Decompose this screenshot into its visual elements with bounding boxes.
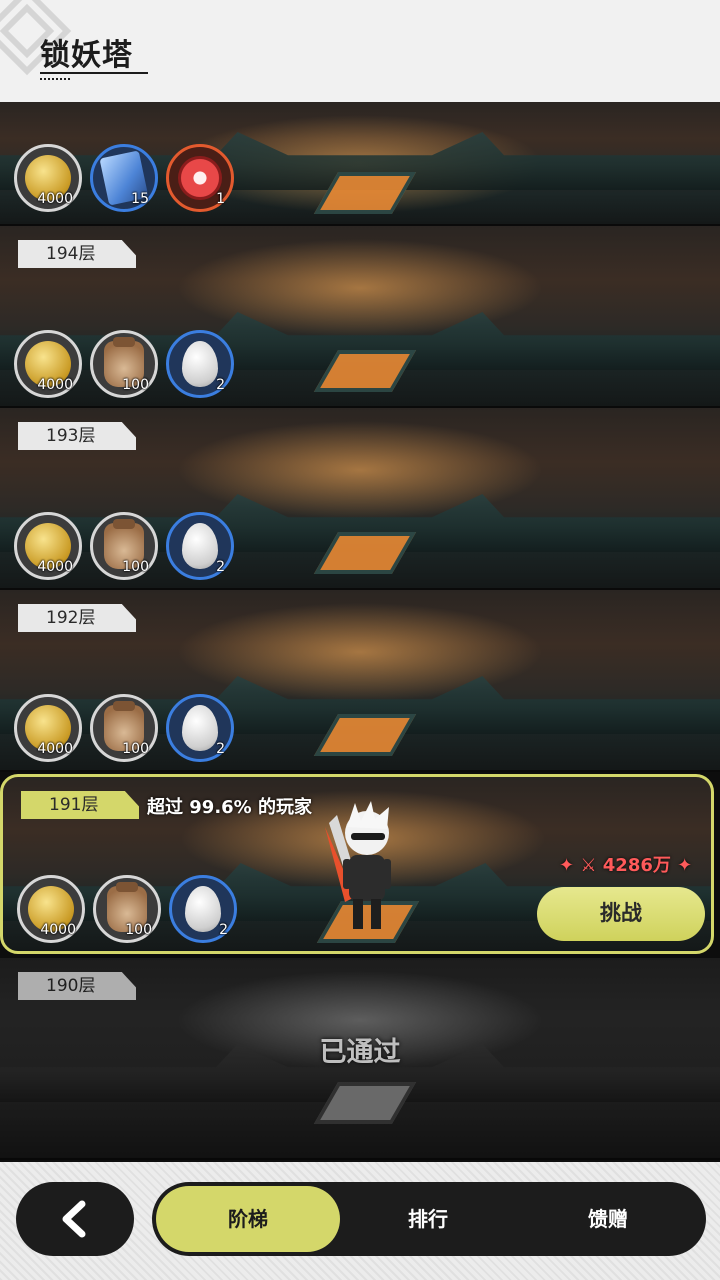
- page-title: 锁妖塔: [40, 38, 133, 73]
- reward-item[interactable]: 4000: [14, 694, 82, 762]
- combat-power: ✦ ⚔ 4286万 ✦: [559, 851, 692, 877]
- reward-list: 4000 100 2: [14, 694, 234, 762]
- back-button[interactable]: [16, 1182, 134, 1256]
- reward-qty: 1: [216, 191, 225, 207]
- reward-list: 4000 100 2: [14, 330, 234, 398]
- floor-list[interactable]: 4000 15 1 194层 4000 100 2 193层 4000 100 …: [0, 102, 720, 1162]
- challenge-button[interactable]: 挑战: [537, 887, 705, 941]
- floor-191-current: 191层 超过 99.6% 的玩家 ✦ ⚔ 4286万 ✦ 挑战 4000 10…: [0, 774, 714, 954]
- reward-qty: 15: [131, 191, 149, 207]
- floor-193: 193层 4000 100 2: [0, 408, 720, 590]
- reward-qty: 4000: [40, 922, 76, 938]
- reward-item[interactable]: 15: [90, 144, 158, 212]
- reward-item[interactable]: 4000: [14, 144, 82, 212]
- floor-195: 4000 15 1: [0, 102, 720, 226]
- floor-label: 194层: [18, 240, 136, 268]
- floor-192: 192层 4000 100 2: [0, 590, 720, 772]
- reward-qty: 2: [216, 559, 225, 575]
- reward-item[interactable]: 100: [90, 512, 158, 580]
- reward-qty: 4000: [37, 559, 73, 575]
- reward-qty: 100: [122, 741, 149, 757]
- floor-190-passed: 190层 已通过: [0, 958, 720, 1160]
- reward-qty: 100: [125, 922, 152, 938]
- reward-list: 4000 100 2: [17, 875, 237, 943]
- hero-character: [325, 801, 391, 929]
- reward-qty: 2: [216, 741, 225, 757]
- floor-label: 192层: [18, 604, 136, 632]
- header: 锁妖塔: [0, 0, 720, 102]
- floor-label: 193层: [18, 422, 136, 450]
- bottom-nav: 阶梯 排行 馈赠: [0, 1162, 720, 1280]
- reward-item[interactable]: 100: [90, 330, 158, 398]
- chevron-left-icon: [62, 1200, 86, 1238]
- passed-status: 已通过: [319, 1037, 401, 1068]
- reward-qty: 2: [216, 377, 225, 393]
- reward-item[interactable]: 100: [93, 875, 161, 943]
- floor-label: 191层: [21, 791, 139, 819]
- reward-qty: 4000: [37, 741, 73, 757]
- tab-bar: 阶梯 排行 馈赠: [152, 1182, 706, 1256]
- sparkle-icon: ✦: [670, 855, 693, 876]
- surpass-percent-text: 超过 99.6% 的玩家: [147, 797, 312, 818]
- tab-ranking[interactable]: 排行: [336, 1186, 520, 1252]
- tab-ladder[interactable]: 阶梯: [156, 1186, 340, 1252]
- egg-icon: [182, 523, 218, 569]
- reward-item[interactable]: 4000: [14, 330, 82, 398]
- egg-icon: [182, 705, 218, 751]
- reward-item[interactable]: 1: [166, 144, 234, 212]
- reward-list: 4000 15 1: [14, 144, 234, 212]
- reward-item[interactable]: 4000: [17, 875, 85, 943]
- reward-item[interactable]: 4000: [14, 512, 82, 580]
- reward-qty: 100: [122, 559, 149, 575]
- reward-qty: 2: [219, 922, 228, 938]
- egg-icon: [182, 341, 218, 387]
- reward-qty: 100: [122, 377, 149, 393]
- tab-gifts[interactable]: 馈赠: [516, 1186, 700, 1252]
- reward-qty: 4000: [37, 191, 73, 207]
- power-value: 4286万: [602, 855, 671, 876]
- reward-list: 4000 100 2: [14, 512, 234, 580]
- egg-icon: [185, 886, 221, 932]
- sparkle-icon: ✦: [559, 855, 581, 876]
- reward-qty: 4000: [37, 377, 73, 393]
- title-dots: [40, 78, 70, 80]
- floor-label: 190层: [18, 972, 136, 1000]
- title-underline: [40, 72, 148, 74]
- reward-item[interactable]: 100: [90, 694, 158, 762]
- reward-item[interactable]: 2: [166, 512, 234, 580]
- floor-194: 194层 4000 100 2: [0, 226, 720, 408]
- reward-item[interactable]: 2: [166, 330, 234, 398]
- reward-item[interactable]: 2: [169, 875, 237, 943]
- reward-item[interactable]: 2: [166, 694, 234, 762]
- crossed-swords-icon: ⚔: [580, 855, 603, 876]
